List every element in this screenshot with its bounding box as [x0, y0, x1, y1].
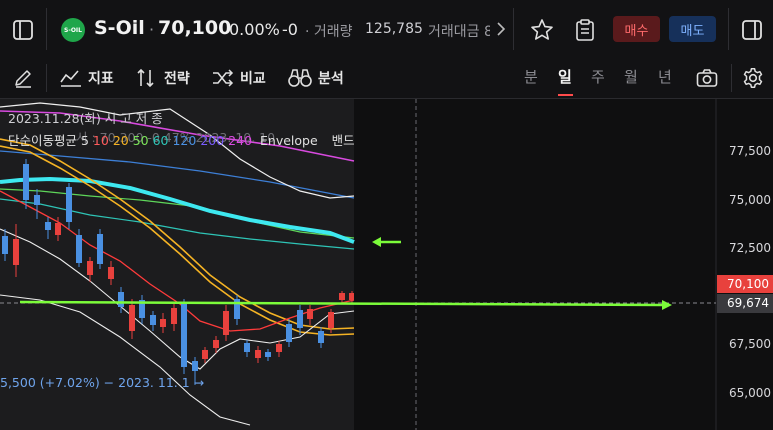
strategy-label: 전략 — [164, 71, 190, 87]
period-month[interactable]: 월 — [624, 66, 638, 87]
active-period-indicator — [558, 94, 573, 96]
indicator-button[interactable]: 지표 — [60, 66, 114, 90]
buy-button[interactable]: 매수 — [613, 16, 660, 42]
gear-icon[interactable] — [740, 65, 766, 91]
camera-icon[interactable] — [693, 65, 721, 91]
y-tick-72500: 72,500 — [729, 241, 771, 255]
company-logo: S-OIL — [61, 18, 85, 42]
y-tick-75000: 75,000 — [729, 193, 771, 207]
crosshair-price-tag: 69,674 — [727, 296, 769, 310]
pencil-icon[interactable] — [10, 65, 36, 91]
y-tick-77500: 77,500 — [729, 144, 771, 158]
analysis-label: 분석 — [318, 71, 344, 87]
indicator-label: 지표 — [88, 71, 114, 87]
indicator-icon — [60, 70, 81, 87]
panel-toggle-icon[interactable] — [739, 17, 765, 43]
star-icon[interactable] — [528, 16, 556, 44]
price-chart[interactable]: 2023.11.28(화) 시 고 저 종 시 : 70,300 -0.47% … — [0, 99, 773, 430]
y-tick-65000: 65,000 — [729, 386, 771, 400]
period-day[interactable]: 일 — [558, 66, 572, 87]
strategy-icon — [137, 68, 154, 88]
clipboard-icon[interactable] — [571, 16, 599, 44]
volume-value: 125,785 — [365, 21, 423, 37]
period-year[interactable]: 년 — [658, 66, 672, 87]
compare-button[interactable]: 비교 — [212, 66, 266, 90]
stock-price: 70,100 — [158, 17, 232, 39]
period-week[interactable]: 주 — [591, 66, 605, 87]
volume-label: · 거래량 — [305, 24, 353, 40]
binoculars-icon — [288, 69, 312, 87]
ma-legend[interactable]: 단순이동평균 5 10 20 50 60 120 200 240 Envelop… — [8, 130, 355, 149]
ohlc-date: 2023.11.28(화) 시 고 저 종 — [8, 111, 163, 126]
analysis-button[interactable]: 분석 — [288, 66, 344, 90]
change-amount: -0 — [282, 20, 298, 39]
sidebar-toggle-icon[interactable] — [10, 17, 36, 43]
strategy-button[interactable]: 전략 — [136, 66, 190, 90]
shuffle-icon — [213, 69, 234, 87]
y-tick-67500: 67,500 — [729, 337, 771, 351]
current-price-tag: 70,100 — [727, 277, 769, 291]
sell-button[interactable]: 매도 — [669, 16, 716, 42]
low-annotation: 5,500 (+7.02%) − 2023. 11. 1 → — [0, 375, 205, 390]
chevron-right-icon[interactable] — [494, 20, 508, 38]
stock-name[interactable]: S-Oil — [94, 17, 145, 39]
period-minute[interactable]: 분 — [524, 66, 538, 87]
change-percent: 0.00% — [229, 20, 280, 39]
amount-label: 거래대금 8 — [428, 24, 490, 40]
stock-header: S-OIL S-Oil · 70,100 0.00% -0 · 거래량 125,… — [0, 0, 773, 59]
compare-label: 비교 — [240, 71, 266, 87]
